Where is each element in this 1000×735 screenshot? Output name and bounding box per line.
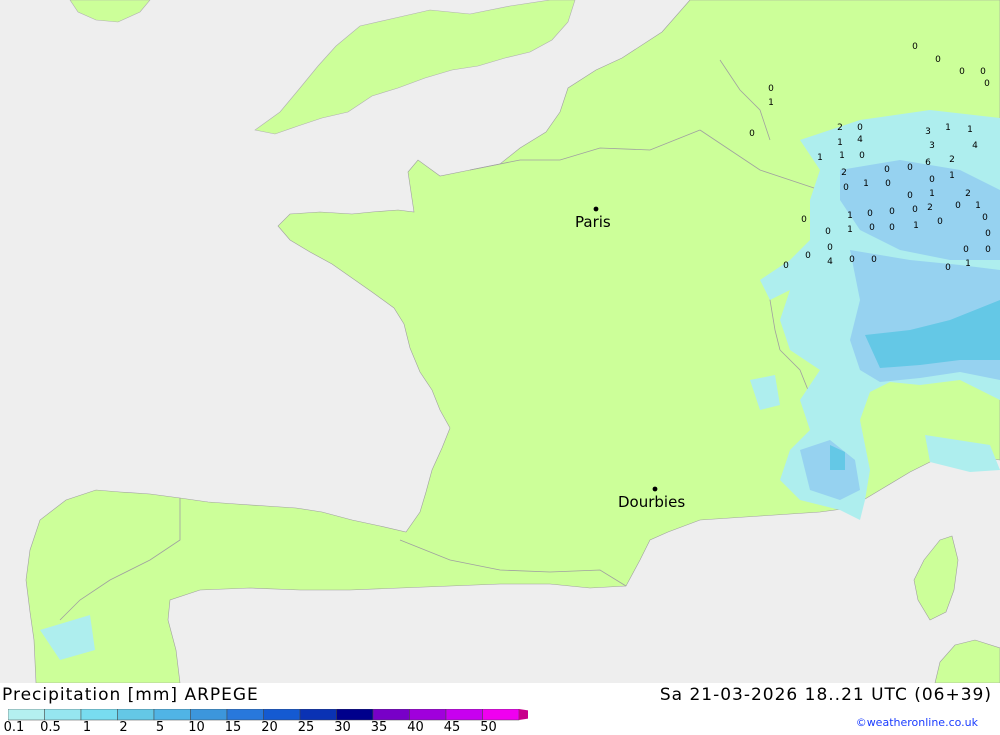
precip-value-label: 0	[912, 205, 918, 215]
legend-swatch	[117, 709, 155, 721]
legend-swatch	[445, 709, 483, 721]
precip-value-label: 0	[768, 84, 774, 94]
precip-value-label: 0	[937, 217, 943, 227]
legend-swatch	[8, 709, 45, 721]
legend-swatch	[336, 709, 374, 721]
precip-value-label: 1	[945, 123, 951, 133]
legend-swatch	[299, 709, 337, 721]
precip-value-label: 0	[912, 42, 918, 52]
city-marker-dourbies	[652, 486, 658, 492]
legend-swatch	[80, 709, 118, 721]
precip-value-label: 3	[929, 141, 935, 151]
precip-value-label: 0	[749, 129, 755, 139]
precip-value-label: 1	[967, 125, 973, 135]
precip-value-label: 0	[849, 255, 855, 265]
precip-value-label: 2	[949, 155, 955, 165]
precip-value-label: 6	[925, 158, 931, 168]
map-footer: Precipitation [mm] ARPEGE Sa 21-03-2026 …	[0, 683, 1000, 735]
city-marker-paris	[593, 206, 599, 212]
precip-value-label: 0	[827, 243, 833, 253]
precip-value-label: 1	[863, 179, 869, 189]
legend-swatch	[409, 709, 447, 721]
forecast-datetime: Sa 21-03-2026 18..21 UTC (06+39)	[659, 685, 992, 705]
legend-swatch	[44, 709, 82, 721]
precip-value-label: 2	[837, 123, 843, 133]
precip-value-label: 0	[982, 213, 988, 223]
precip-value-label: 1	[847, 211, 853, 221]
precipitation-legend: 0.1 0.5 1 2 5 10 15 20 25 30 35 40 45 50	[4, 709, 528, 735]
precip-value-label: 1	[847, 225, 853, 235]
precip-value-label: 0	[955, 201, 961, 211]
precip-value-label: 0	[889, 223, 895, 233]
legend-swatch	[190, 709, 228, 721]
precip-value-label: 4	[972, 141, 978, 151]
precipitation-map: 000 000102 0 1 11 431 01 23 462 0 00 10 1 00 1 22 0 10 00 0…	[0, 0, 1000, 683]
precip-value-label: 0	[801, 215, 807, 225]
legend-swatch	[372, 709, 410, 721]
precip-value-label: 0	[885, 179, 891, 189]
precip-value-label: 1	[768, 98, 774, 108]
precip-value-label: 0	[884, 165, 890, 175]
precip-value-label: 0	[869, 223, 875, 233]
credit-link[interactable]: ©weatheronline.co.uk	[856, 716, 978, 729]
legend-swatch	[263, 709, 301, 721]
precip-value-label: 0	[959, 67, 965, 77]
precip-value-label: 0	[907, 191, 913, 201]
precip-value-label: 1	[965, 259, 971, 269]
precip-value-label: 0	[857, 123, 863, 133]
precip-value-label: 1	[839, 151, 845, 161]
legend-swatch	[153, 709, 191, 721]
precip-value-label: 2	[927, 203, 933, 213]
precip-value-label: 0	[985, 229, 991, 239]
precip-value-label: 0	[984, 79, 990, 89]
precip-value-label: 0	[871, 255, 877, 265]
precip-value-label: 4	[827, 257, 833, 267]
precip-value-label: 0	[805, 251, 811, 261]
precip-value-label: 0	[825, 227, 831, 237]
precip-value-label: 0	[935, 55, 941, 65]
city-label-paris: Paris	[575, 213, 611, 231]
precip-value-label: 4	[857, 135, 863, 145]
precip-value-label: 1	[913, 221, 919, 231]
legend-swatch	[226, 709, 264, 721]
precip-value-label: 2	[841, 168, 847, 178]
precip-value-label: 0	[859, 151, 865, 161]
precip-value-label: 1	[817, 153, 823, 163]
precip-value-label: 0	[945, 263, 951, 273]
precip-value-label: 1	[929, 189, 935, 199]
legend-swatch	[482, 709, 520, 721]
precip-value-label: 1	[975, 201, 981, 211]
precip-value-label: 0	[783, 261, 789, 271]
precip-value-label: 3	[925, 127, 931, 137]
precip-value-label: 2	[965, 189, 971, 199]
precip-value-label: 1	[949, 171, 955, 181]
map-title: Precipitation [mm] ARPEGE	[2, 685, 259, 705]
precip-value-label: 0	[963, 245, 969, 255]
precip-value-label: 0	[980, 67, 986, 77]
precip-value-label: 0	[843, 183, 849, 193]
precip-value-label: 0	[985, 245, 991, 255]
precip-value-label: 0	[929, 175, 935, 185]
legend-arrow	[519, 709, 528, 720]
precip-value-label: 1	[837, 138, 843, 148]
precip-value-label: 0	[907, 163, 913, 173]
city-label-dourbies: Dourbies	[618, 493, 685, 511]
precip-value-label: 0	[867, 209, 873, 219]
precip-value-label: 0	[889, 207, 895, 217]
